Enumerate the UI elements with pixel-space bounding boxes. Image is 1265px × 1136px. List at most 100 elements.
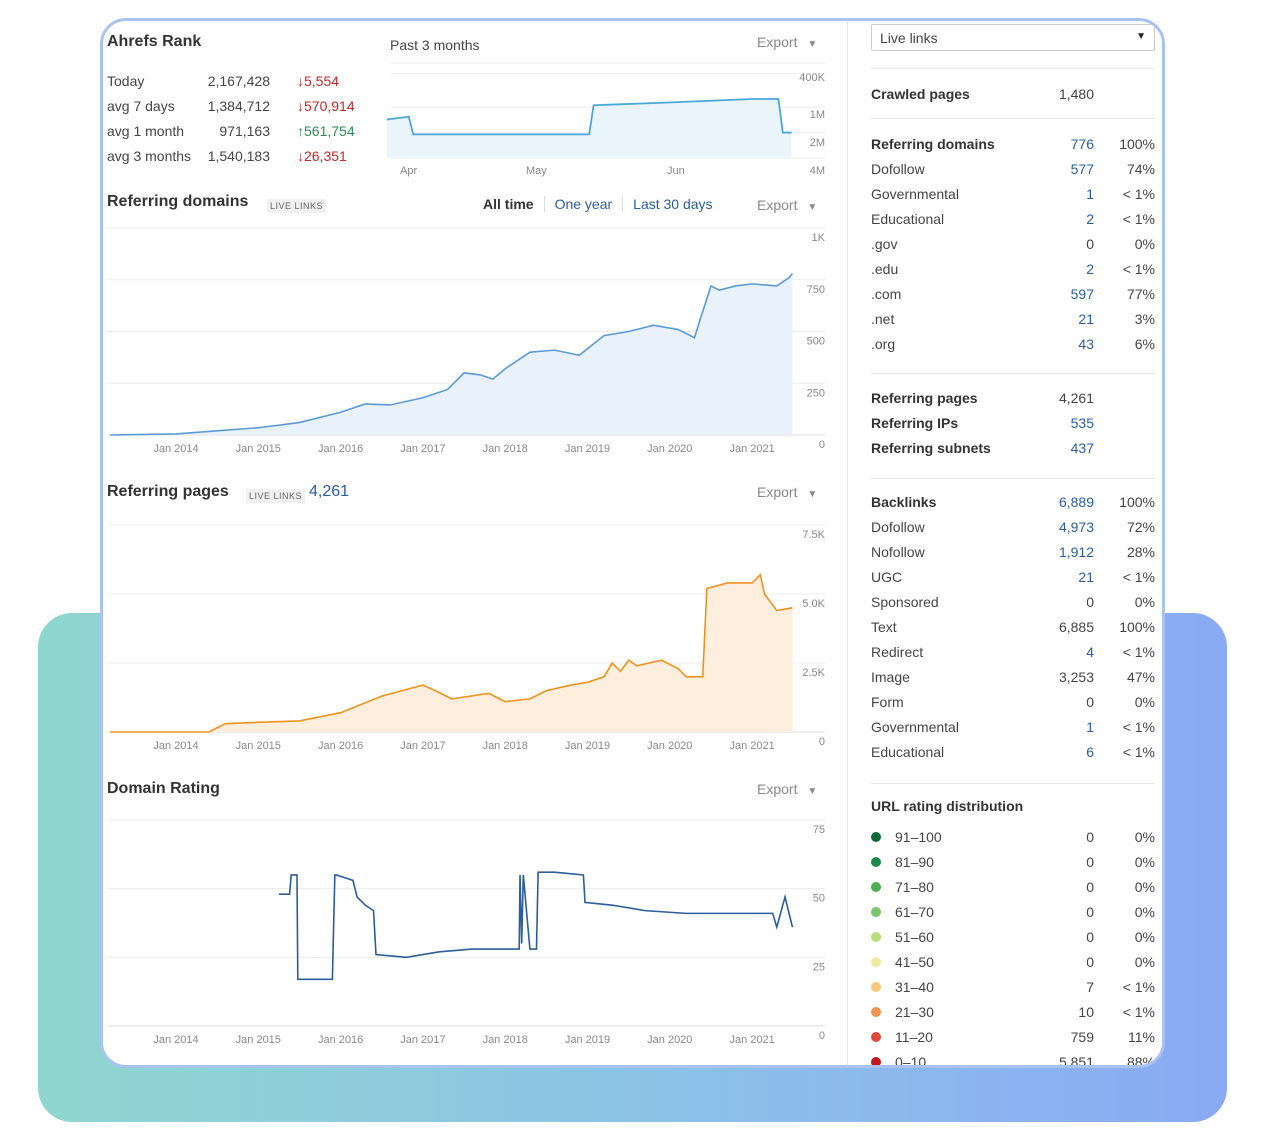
stat-row[interactable]: UGC 21 < 1% bbox=[871, 569, 1155, 589]
stat-row[interactable]: Dofollow 577 74% bbox=[871, 161, 1155, 181]
rating-dot-icon bbox=[871, 907, 881, 917]
stat-row[interactable]: .com 597 77% bbox=[871, 286, 1155, 306]
y-tick-label: 50 bbox=[813, 893, 825, 905]
y-tick-label: 7.5K bbox=[802, 529, 825, 541]
row-value[interactable]: 2 bbox=[1086, 211, 1094, 227]
row-value: 0 bbox=[1086, 954, 1094, 970]
stat-row[interactable]: Educational 6 < 1% bbox=[871, 744, 1155, 764]
stat-row[interactable]: .edu 2 < 1% bbox=[871, 261, 1155, 281]
row-value[interactable]: 21 bbox=[1078, 311, 1094, 327]
row-value[interactable]: 437 bbox=[1071, 440, 1094, 456]
stat-row: Form 0 0% bbox=[871, 694, 1155, 714]
x-tick-label: Jan 2017 bbox=[400, 1034, 445, 1046]
row-value[interactable]: 2 bbox=[1086, 261, 1094, 277]
row-value[interactable]: 4 bbox=[1086, 644, 1094, 660]
x-tick-label: Jan 2015 bbox=[236, 1034, 281, 1046]
change-value: 570,914 bbox=[304, 98, 355, 114]
change-value: 5,554 bbox=[304, 73, 340, 89]
row-value[interactable]: 1 bbox=[1086, 186, 1094, 202]
stat-row[interactable]: .org 43 6% bbox=[871, 336, 1155, 356]
row-value: 0 bbox=[1086, 904, 1094, 920]
row-label: Text bbox=[871, 619, 897, 635]
row-value[interactable]: 597 bbox=[1071, 286, 1094, 302]
link-type-select[interactable]: Live links ▼ bbox=[871, 24, 1155, 51]
row-label: Referring domains bbox=[871, 136, 995, 152]
x-tick-label: Jan 2018 bbox=[483, 1034, 528, 1046]
crawled-pages-row: Crawled pages 1,480 bbox=[871, 86, 1155, 106]
stat-row: Text 6,885 100% bbox=[871, 619, 1155, 639]
row-label: Referring pages bbox=[871, 390, 978, 406]
divider bbox=[871, 373, 1155, 374]
y-tick-label: 1M bbox=[810, 109, 825, 121]
row-value[interactable]: 43 bbox=[1078, 336, 1094, 352]
row-percent: 0% bbox=[1134, 929, 1155, 945]
row-label: Dofollow bbox=[871, 161, 925, 177]
row-label: Form bbox=[871, 694, 904, 710]
row-label: Referring IPs bbox=[871, 415, 959, 431]
row-value[interactable]: 4,973 bbox=[1059, 519, 1094, 535]
rating-dot-icon bbox=[871, 882, 881, 892]
stat-row[interactable]: Referring domains 776 100% bbox=[871, 136, 1155, 156]
stat-row[interactable]: Dofollow 4,973 72% bbox=[871, 519, 1155, 539]
row-value[interactable]: 6,889 bbox=[1059, 494, 1094, 510]
row-label: 71–80 bbox=[895, 879, 934, 895]
y-tick-label: 4M bbox=[810, 165, 825, 177]
divider bbox=[871, 783, 1155, 784]
series-area bbox=[110, 273, 793, 435]
stat-row[interactable]: Redirect 4 < 1% bbox=[871, 644, 1155, 664]
row-value: 0 bbox=[1086, 879, 1094, 895]
stat-row[interactable]: .net 21 3% bbox=[871, 311, 1155, 331]
row-value[interactable]: 535 bbox=[1071, 415, 1094, 431]
arrow-up-icon: ↑ bbox=[297, 123, 304, 139]
row-percent: 6% bbox=[1134, 336, 1155, 352]
stat-row: Sponsored 0 0% bbox=[871, 594, 1155, 614]
row-value[interactable]: 1,912 bbox=[1059, 544, 1094, 560]
y-tick-label: 25 bbox=[813, 961, 825, 973]
x-tick-label: Jan 2021 bbox=[729, 1034, 774, 1046]
url-rating-title: URL rating distribution bbox=[871, 798, 1024, 814]
rank-row: avg 7 days 1,384,712 ↓570,914 bbox=[107, 98, 367, 118]
row-percent: 100% bbox=[1119, 136, 1155, 152]
rank-row: avg 1 month 971,163 ↑561,754 bbox=[107, 123, 367, 143]
stat-row[interactable]: Referring IPs 535 bbox=[871, 415, 1155, 435]
row-value: 10 bbox=[1078, 1004, 1094, 1020]
row-value[interactable]: 21 bbox=[1078, 569, 1094, 585]
row-percent: 11% bbox=[1128, 1029, 1155, 1045]
y-tick-label: 0 bbox=[819, 439, 825, 451]
row-value[interactable]: 577 bbox=[1071, 161, 1094, 177]
url-rating-row: 0–10 5,851 88% bbox=[871, 1054, 1155, 1065]
row-label: UGC bbox=[871, 569, 903, 585]
y-tick-label: 5.0K bbox=[802, 598, 825, 610]
x-tick-label: Jan 2020 bbox=[647, 1034, 692, 1046]
rating-dot-icon bbox=[871, 1007, 881, 1017]
row-value: 7 bbox=[1086, 979, 1094, 995]
row-percent: 0% bbox=[1134, 829, 1155, 845]
stat-row[interactable]: Backlinks 6,889 100% bbox=[871, 494, 1155, 514]
url-rating-row: 21–30 10 < 1% bbox=[871, 1004, 1155, 1024]
stat-row[interactable]: Governmental 1 < 1% bbox=[871, 186, 1155, 206]
row-value[interactable]: 6 bbox=[1086, 744, 1094, 760]
stat-row[interactable]: Referring subnets 437 bbox=[871, 440, 1155, 460]
row-percent: 0% bbox=[1134, 854, 1155, 870]
row-value: 0 bbox=[1086, 594, 1094, 610]
divider bbox=[871, 118, 1155, 119]
arrow-down-icon: ↓ bbox=[297, 73, 304, 89]
row-value[interactable]: 776 bbox=[1071, 136, 1094, 152]
divider bbox=[871, 68, 1155, 69]
stat-row: Referring pages 4,261 bbox=[871, 390, 1155, 410]
row-label: .net bbox=[871, 311, 895, 327]
stat-row[interactable]: Educational 2 < 1% bbox=[871, 211, 1155, 231]
row-percent: < 1% bbox=[1122, 979, 1155, 995]
stat-row[interactable]: Governmental 1 < 1% bbox=[871, 719, 1155, 739]
rank-row-change: ↑561,754 bbox=[297, 123, 355, 139]
y-tick-label: 2.5K bbox=[802, 667, 825, 679]
x-tick-label: Jan 2017 bbox=[400, 443, 445, 455]
url-rating-row: 81–90 0 0% bbox=[871, 854, 1155, 874]
row-percent: < 1% bbox=[1122, 211, 1155, 227]
rank-row-label: Today bbox=[107, 73, 145, 89]
rank-row: Today 2,167,428 ↓5,554 bbox=[107, 73, 367, 93]
row-value[interactable]: 1 bbox=[1086, 719, 1094, 735]
ahrefs-overview-card: Ahrefs Rank Past 3 months Export ▼ Refer… bbox=[100, 18, 1165, 1068]
x-tick-label: Jan 2019 bbox=[565, 1034, 610, 1046]
stat-row[interactable]: Nofollow 1,912 28% bbox=[871, 544, 1155, 564]
